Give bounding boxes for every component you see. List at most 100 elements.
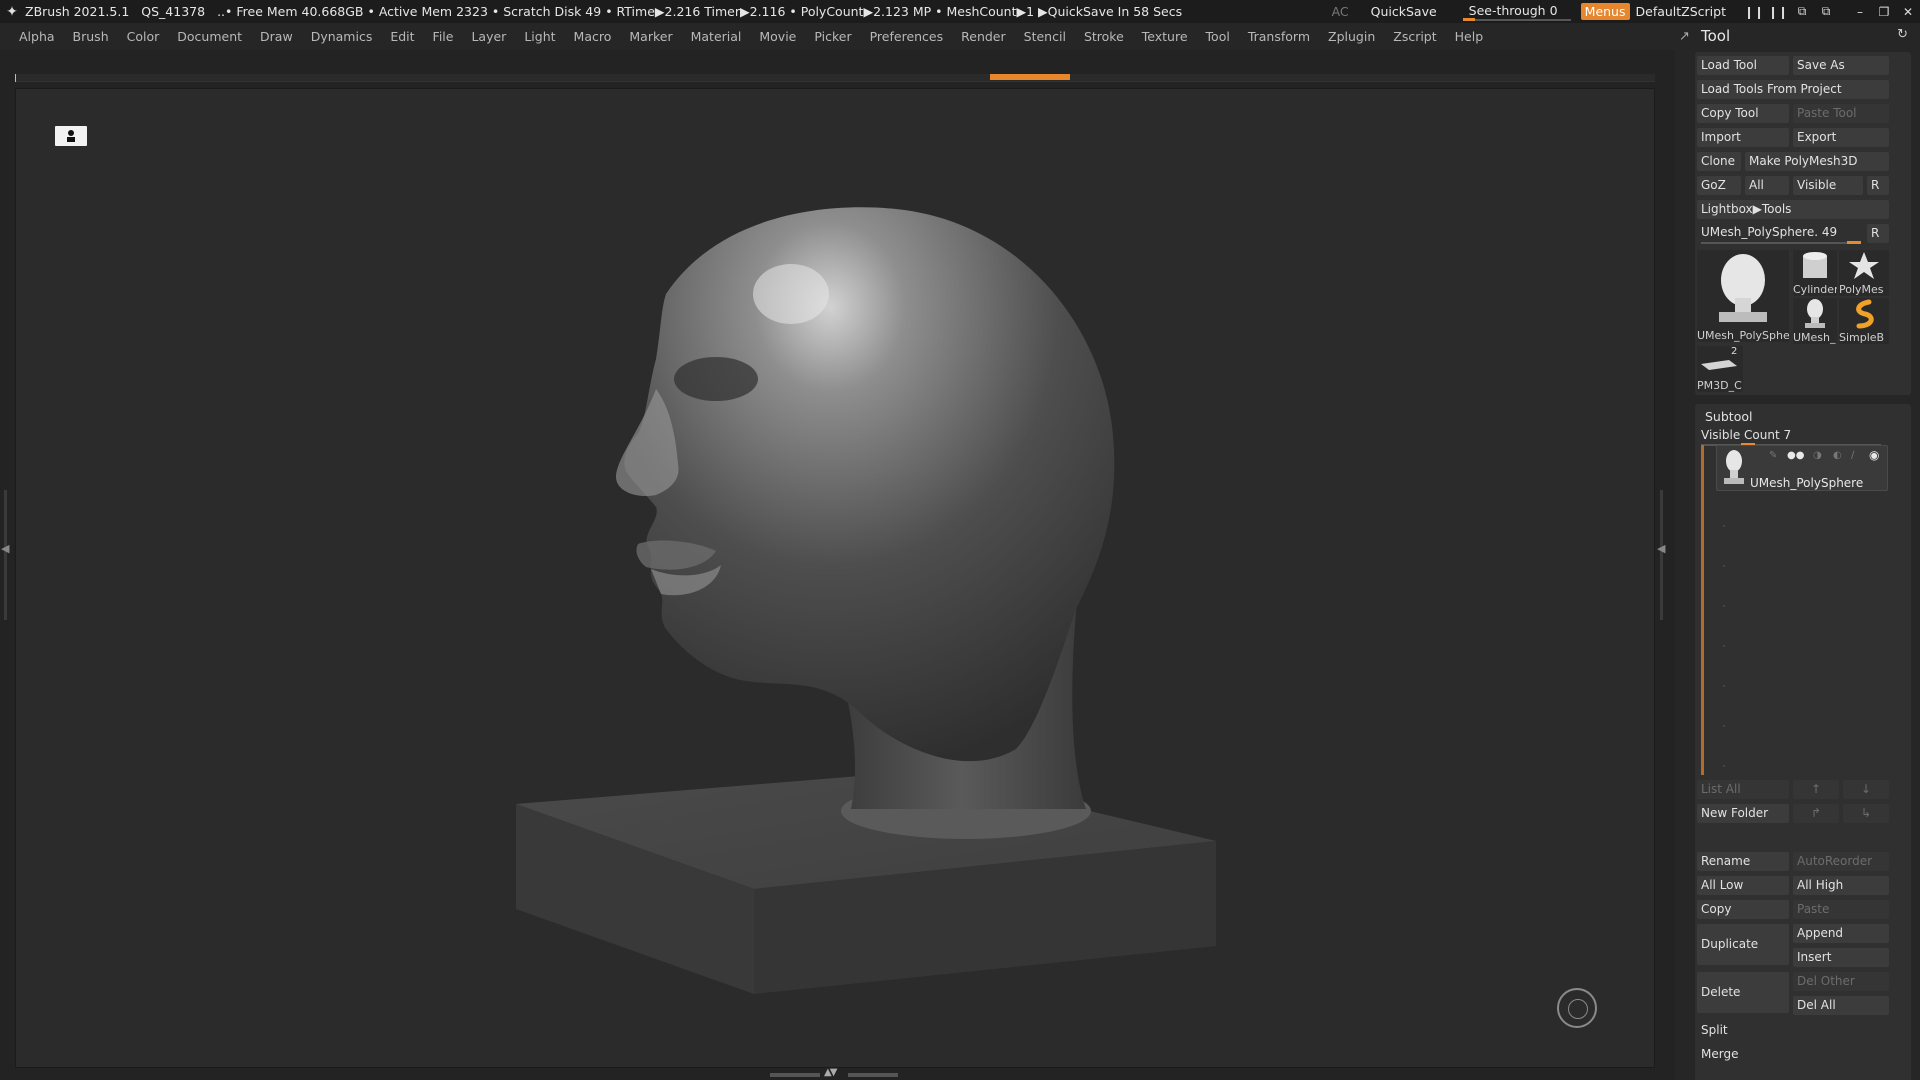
left-tray-handle[interactable]: ◀ (0, 490, 10, 620)
load-tools-from-project-button[interactable]: Load Tools From Project (1697, 80, 1889, 99)
close-icon[interactable]: ✕ (1896, 5, 1920, 19)
menu-edit[interactable]: Edit (381, 29, 423, 44)
goz-all-button[interactable]: All (1745, 176, 1789, 195)
new-folder-button[interactable]: New Folder (1697, 804, 1789, 823)
perspective-icon[interactable] (55, 126, 87, 146)
menu-layer[interactable]: Layer (462, 29, 515, 44)
menu-tool[interactable]: Tool (1197, 29, 1239, 44)
restore-icon[interactable]: ❐ (1872, 5, 1896, 19)
current-tool-thumb[interactable] (1847, 241, 1861, 244)
save-as-button[interactable]: Save As (1793, 56, 1889, 75)
split-section[interactable]: Split (1697, 1021, 1889, 1040)
make-polymesh3d-button[interactable]: Make PolyMesh3D (1745, 152, 1889, 171)
goz-button[interactable]: GoZ (1697, 176, 1741, 195)
copy-button[interactable]: Copy (1697, 900, 1789, 919)
menu-draw[interactable]: Draw (251, 29, 302, 44)
menu-stroke[interactable]: Stroke (1075, 29, 1133, 44)
menu-alpha[interactable]: Alpha (0, 29, 64, 44)
see-through-thumb[interactable] (1462, 18, 1475, 21)
menu-document[interactable]: Document (168, 29, 251, 44)
import-button[interactable]: Import (1697, 128, 1789, 147)
minimize-icon[interactable]: – (1848, 5, 1872, 19)
menu-picker[interactable]: Picker (805, 29, 860, 44)
delete-button[interactable]: Delete (1697, 972, 1789, 1013)
paste-button[interactable]: Paste (1793, 900, 1889, 919)
menu-stencil[interactable]: Stencil (1015, 29, 1075, 44)
menu-brush[interactable]: Brush (64, 29, 118, 44)
layout-4-icon[interactable]: ⧉ (1814, 4, 1838, 19)
del-all-button[interactable]: Del All (1793, 996, 1889, 1015)
see-through-slider[interactable]: See-through 0 (1462, 2, 1571, 21)
autoreorder-button[interactable]: AutoReorder (1793, 852, 1889, 871)
all-high-button[interactable]: All High (1793, 876, 1889, 895)
eye-icon[interactable]: ◉ (1869, 448, 1879, 462)
subtool-scrollbar[interactable] (1701, 445, 1704, 775)
thumb-umesh-small[interactable]: UMesh_ (1793, 298, 1837, 344)
thumb-umesh-polysphere[interactable]: UMesh_PolySphe (1697, 250, 1789, 342)
menu-texture[interactable]: Texture (1133, 29, 1197, 44)
pin-icon[interactable]: ↗ (1679, 29, 1701, 44)
refresh-icon[interactable]: ↻ (1897, 27, 1908, 42)
ac-toggle[interactable]: AC (1332, 4, 1349, 19)
thumb-simplebrush[interactable]: SimpleB (1839, 298, 1889, 344)
rotate-gizmo-icon[interactable] (1557, 988, 1597, 1028)
insert-button[interactable]: Insert (1793, 948, 1889, 967)
subtool-title[interactable]: Subtool (1701, 407, 1752, 426)
menu-macro[interactable]: Macro (565, 29, 621, 44)
default-zscript-button[interactable]: DefaultZScript (1636, 4, 1727, 19)
quicksave-button[interactable]: QuickSave (1371, 4, 1437, 19)
goz-visible-button[interactable]: Visible (1793, 176, 1863, 195)
menu-light[interactable]: Light (515, 29, 564, 44)
thumb-pm3d[interactable]: 2 PM3D_C (1697, 346, 1743, 392)
menu-transform[interactable]: Transform (1239, 29, 1319, 44)
layout-1-icon[interactable]: ❙❙ (1742, 5, 1766, 19)
layout-3-icon[interactable]: ⧉ (1790, 4, 1814, 19)
subtool-item[interactable]: ✎ ●● ◑ ◐ ∕ ◉ UMesh_PolySphere (1716, 445, 1888, 491)
lightbox-tools-button[interactable]: Lightbox▶Tools (1697, 200, 1889, 219)
canvas-viewport[interactable] (15, 88, 1655, 1068)
arrow-down-icon[interactable]: ↓ (1843, 780, 1889, 799)
thumb-polymesh-star[interactable]: PolyMes (1839, 250, 1889, 296)
export-button[interactable]: Export (1793, 128, 1889, 147)
menu-movie[interactable]: Movie (750, 29, 805, 44)
toggle-icon[interactable]: ●● (1787, 450, 1804, 461)
menu-zplugin[interactable]: Zplugin (1319, 29, 1384, 44)
layout-2-icon[interactable]: ❙❙ (1766, 5, 1790, 19)
menu-preferences[interactable]: Preferences (861, 29, 953, 44)
menu-zscript[interactable]: Zscript (1384, 29, 1445, 44)
merge-section[interactable]: Merge (1697, 1045, 1889, 1064)
list-all-button[interactable]: List All (1697, 780, 1789, 799)
rename-button[interactable]: Rename (1697, 852, 1789, 871)
load-tool-button[interactable]: Load Tool (1697, 56, 1789, 75)
menu-render[interactable]: Render (952, 29, 1015, 44)
brush-icon[interactable]: ✎ (1769, 450, 1777, 461)
thumb-cylinder[interactable]: Cylinder (1793, 250, 1837, 296)
clone-button[interactable]: Clone (1697, 152, 1741, 171)
see-through-label: See-through 0 (1468, 3, 1558, 18)
bottom-tray-handle[interactable]: ▲▼ (770, 1067, 900, 1080)
menu-marker[interactable]: Marker (620, 29, 681, 44)
menu-file[interactable]: File (424, 29, 463, 44)
menu-material[interactable]: Material (682, 29, 751, 44)
arrow-up-icon[interactable]: ↑ (1793, 780, 1839, 799)
lock-icon[interactable]: ∕ (1851, 450, 1854, 461)
current-tool-slider[interactable]: UMesh_PolySphere. 49 (1697, 223, 1865, 242)
copy-tool-button[interactable]: Copy Tool (1697, 104, 1789, 123)
move-down-icon[interactable]: ↳ (1843, 804, 1889, 823)
goz-r-button[interactable]: R (1867, 176, 1889, 195)
menus-button[interactable]: Menus (1580, 3, 1630, 20)
move-up-icon[interactable]: ↱ (1793, 804, 1839, 823)
menu-help[interactable]: Help (1446, 29, 1493, 44)
paste-tool-button[interactable]: Paste Tool (1793, 104, 1889, 123)
current-tool-r-button[interactable]: R (1867, 224, 1889, 243)
right-tray-handle[interactable]: ◀ (1656, 490, 1668, 620)
polypaint-icon[interactable]: ◑ (1813, 450, 1822, 461)
shelf-active-tab[interactable] (990, 74, 1070, 80)
menu-dynamics[interactable]: Dynamics (302, 29, 382, 44)
material-icon[interactable]: ◐ (1833, 450, 1842, 461)
menu-color[interactable]: Color (118, 29, 169, 44)
del-other-button[interactable]: Del Other (1793, 972, 1889, 991)
duplicate-button[interactable]: Duplicate (1697, 924, 1789, 965)
all-low-button[interactable]: All Low (1697, 876, 1789, 895)
append-button[interactable]: Append (1793, 924, 1889, 943)
